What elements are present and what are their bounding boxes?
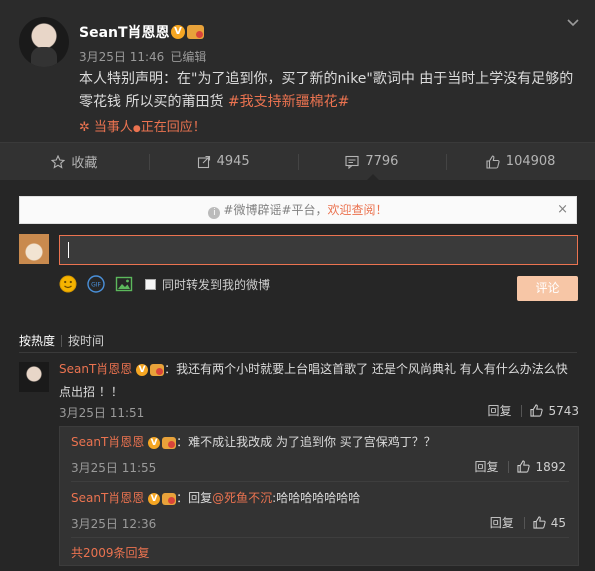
comment-time: 3月25日 11:51 bbox=[59, 406, 145, 420]
hashtag-link[interactable]: #我支持新疆棉花# bbox=[228, 94, 349, 110]
submit-comment-button[interactable]: 评论 bbox=[517, 276, 578, 301]
comments-section: i #微博辟谣#平台，欢迎查阅！ × GIF 同时转发到我的微博 评论 按热度 按时… bbox=[0, 180, 595, 571]
star-icon bbox=[51, 154, 66, 169]
post-text: 本人特别声明：在"为了追到你，买了新的nike"歌词中 由于当时上学没有足够的零… bbox=[79, 68, 574, 114]
comment-like-count[interactable]: 5743 bbox=[548, 404, 579, 418]
chevron-down-icon[interactable] bbox=[567, 16, 579, 28]
reply-actions: 回复 1892 bbox=[474, 458, 566, 475]
author-name[interactable]: SeanT肖恩恩 bbox=[79, 22, 170, 42]
comment-username[interactable]: SeanT肖恩恩 bbox=[59, 362, 132, 376]
reply-body: ：难不成让我改成 为了追到你 买了宫保鸡丁？？ bbox=[176, 435, 436, 449]
tab-sort-hot[interactable]: 按热度 bbox=[19, 334, 55, 348]
close-icon[interactable]: × bbox=[557, 197, 568, 223]
emoji-icon[interactable] bbox=[59, 275, 77, 293]
thumbs-up-icon[interactable] bbox=[530, 404, 544, 417]
reply-badges: V bbox=[148, 436, 177, 450]
reply-body: :哈哈哈哈哈哈哈 bbox=[272, 491, 361, 505]
live-dot-icon: ● bbox=[132, 124, 141, 134]
action-divider bbox=[521, 404, 523, 417]
tab-sort-time[interactable]: 按时间 bbox=[68, 334, 104, 348]
action-divider bbox=[523, 516, 525, 529]
comment-reply-button[interactable]: 回复 bbox=[487, 402, 511, 419]
notice-text: #微博辟谣#平台， bbox=[223, 203, 328, 217]
reply-badges: V bbox=[148, 492, 177, 506]
comment-input[interactable] bbox=[59, 235, 578, 265]
reply-reply-button[interactable]: 回复 bbox=[490, 514, 514, 531]
reply-text: SeanT肖恩恩 V ：回复@死鱼不沉:哈哈哈哈哈哈哈 bbox=[71, 489, 571, 506]
comment-avatar[interactable] bbox=[19, 362, 49, 392]
share-button[interactable]: 4945 bbox=[148, 143, 298, 180]
verified-badge-icon: V bbox=[148, 437, 161, 449]
like-count: 104908 bbox=[505, 154, 556, 169]
more-replies-link[interactable]: 共2009条回复 bbox=[71, 544, 150, 561]
gif-icon[interactable]: GIF bbox=[87, 275, 105, 293]
text-cursor bbox=[68, 242, 69, 258]
forward-checkbox[interactable]: 同时转发到我的微博 bbox=[145, 276, 270, 293]
member-badge-icon bbox=[187, 24, 204, 39]
reply-like-count[interactable]: 1892 bbox=[535, 460, 566, 474]
reply-username[interactable]: SeanT肖恩恩 bbox=[71, 435, 144, 449]
share-icon bbox=[197, 155, 210, 168]
action-divider bbox=[508, 460, 510, 473]
thumbs-up-icon bbox=[486, 154, 500, 169]
member-badge-icon bbox=[162, 437, 177, 449]
flower-icon: ✲ bbox=[79, 120, 90, 135]
image-icon[interactable] bbox=[115, 275, 133, 293]
gif-label: GIF bbox=[91, 282, 101, 289]
live-response[interactable]: ✲ 当事人●正在回应！ bbox=[79, 116, 206, 135]
info-icon: i bbox=[208, 207, 221, 219]
comment-badges: V bbox=[136, 359, 165, 381]
reply-time: 3月25日 11:55 bbox=[71, 461, 157, 475]
section-divider bbox=[19, 352, 577, 353]
sort-divider bbox=[61, 335, 63, 347]
reply-text: SeanT肖恩恩 V ：难不成让我改成 为了追到你 买了宫保鸡丁？？ bbox=[71, 433, 571, 450]
reply-divider bbox=[71, 537, 569, 538]
reply-reply-button[interactable]: 回复 bbox=[474, 458, 498, 475]
reply-mention[interactable]: @死鱼不沉 bbox=[212, 491, 272, 505]
author-badges: V bbox=[171, 24, 204, 39]
favorite-button[interactable]: 收藏 bbox=[0, 143, 149, 180]
verified-badge-icon: V bbox=[171, 24, 185, 39]
sort-tabs: 按热度 按时间 bbox=[19, 332, 104, 349]
reply-divider bbox=[71, 481, 569, 482]
live-suffix: 正在回应！ bbox=[140, 120, 206, 135]
post-meta: 3月25日 11:46 已编辑 bbox=[79, 48, 206, 65]
share-count: 4945 bbox=[216, 154, 250, 169]
composer-tools: GIF 同时转发到我的微博 bbox=[59, 275, 270, 293]
post-action-bar: 收藏 4945 7796 104908 bbox=[0, 142, 595, 180]
reply-prefix: ：回复 bbox=[176, 491, 213, 505]
verified-badge-icon: V bbox=[136, 364, 149, 376]
member-badge-icon bbox=[162, 493, 177, 505]
favorite-label: 收藏 bbox=[71, 156, 98, 171]
author-avatar[interactable] bbox=[19, 17, 69, 67]
rumor-notice: i #微博辟谣#平台，欢迎查阅！ × bbox=[19, 196, 577, 224]
member-badge-icon bbox=[150, 364, 165, 376]
comment-actions: 回复 5743 bbox=[487, 402, 579, 419]
thumbs-up-icon[interactable] bbox=[517, 460, 531, 473]
notice-link[interactable]: 欢迎查阅！ bbox=[328, 203, 388, 217]
post-date[interactable]: 3月25日 11:46 bbox=[79, 50, 164, 64]
current-user-avatar[interactable] bbox=[19, 234, 49, 264]
forward-label: 同时转发到我的微博 bbox=[162, 277, 271, 292]
comment-text: SeanT肖恩恩 V ：我还有两个小时就要上台唱这首歌了 还是个风尚典礼 有人有什… bbox=[59, 358, 579, 403]
thumbs-up-icon[interactable] bbox=[533, 516, 546, 529]
weibo-post: SeanT肖恩恩 V 3月25日 11:46 已编辑 本人特别声明：在"为了追到你… bbox=[0, 0, 595, 142]
live-label: 当事人 bbox=[93, 120, 133, 135]
reply-thread: SeanT肖恩恩 V ：难不成让我改成 为了追到你 买了宫保鸡丁？？ 3月25日 … bbox=[59, 426, 579, 566]
reply-actions: 回复 45 bbox=[490, 514, 566, 531]
edited-label[interactable]: 已编辑 bbox=[170, 50, 206, 64]
verified-badge-icon: V bbox=[148, 493, 161, 505]
checkbox-box[interactable] bbox=[145, 278, 156, 290]
reply-like-count[interactable]: 45 bbox=[551, 516, 566, 530]
comment-icon bbox=[345, 155, 359, 169]
comment-count: 7796 bbox=[365, 154, 399, 169]
reply-username[interactable]: SeanT肖恩恩 bbox=[71, 491, 144, 505]
like-button[interactable]: 104908 bbox=[446, 143, 595, 180]
reply-time: 3月25日 12:36 bbox=[71, 517, 157, 531]
